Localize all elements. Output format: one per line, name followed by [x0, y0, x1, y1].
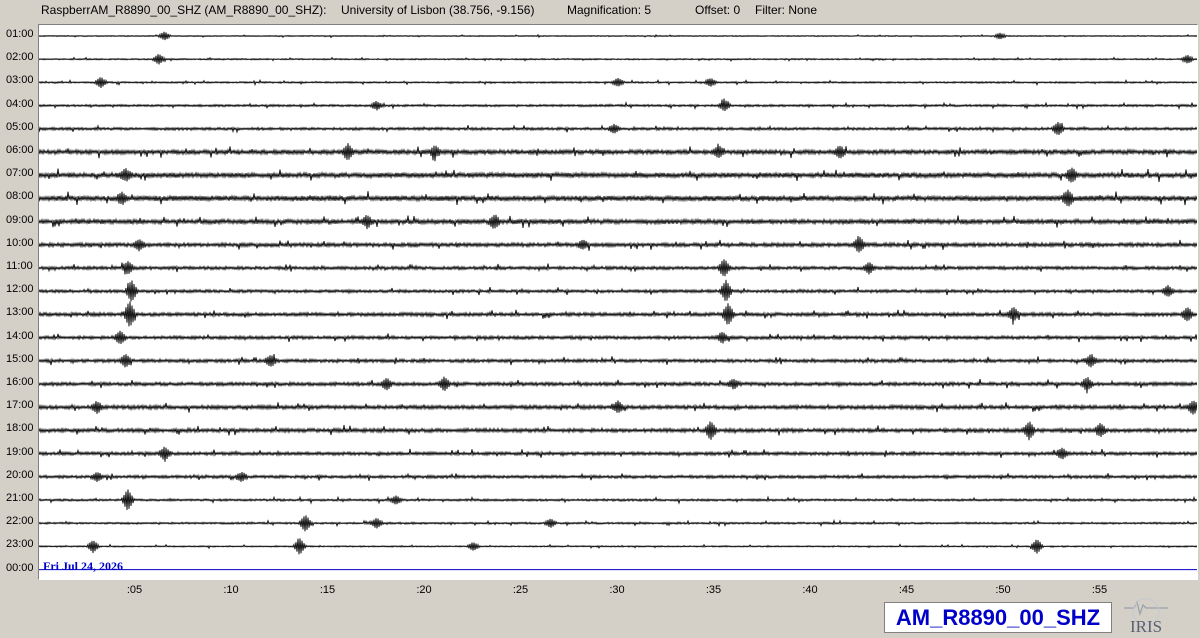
seismic-trace: [39, 259, 1197, 277]
minute-tick-label: :15: [319, 584, 336, 596]
hour-label: 14:00: [6, 329, 34, 342]
seismic-trace: [39, 515, 1197, 532]
seismic-trace: [39, 538, 1197, 555]
filter-readout: Filter: None: [755, 3, 818, 17]
seismic-trace: [39, 121, 1197, 136]
station-title: RaspberrAM_R8890_00_SHZ (AM_R8890_00_SHZ…: [41, 3, 327, 17]
offset-readout: Offset: 0: [695, 3, 741, 17]
hour-label: 01:00: [6, 28, 34, 40]
logo-text: IRIS: [1130, 617, 1162, 636]
hour-label: 03:00: [6, 74, 34, 87]
seismic-trace: [39, 301, 1197, 327]
seismic-trace: [39, 400, 1197, 415]
hour-label: 21:00: [6, 492, 34, 504]
date-label: Fri Jul 24, 2026: [43, 559, 123, 573]
hour-label: 04:00: [6, 97, 34, 110]
channel-label: AM_R8890_00_SHZ: [884, 602, 1112, 633]
minute-tick-label: :45: [898, 584, 915, 596]
header-bar: RaspberrAM_R8890_00_SHZ (AM_R8890_00_SHZ…: [0, 0, 1200, 20]
minute-tick-label: :10: [223, 584, 239, 596]
seismic-trace: [39, 279, 1197, 302]
hour-label: 00:00: [6, 561, 34, 574]
seismic-trace: [39, 489, 1197, 511]
hour-label: 20:00: [6, 468, 34, 481]
minute-tick-label: :25: [512, 584, 529, 596]
minute-tick-label: :05: [126, 584, 143, 596]
hour-label: 10:00: [6, 236, 34, 249]
seismic-trace: [39, 189, 1197, 207]
seismic-trace: [39, 214, 1197, 230]
minute-tick-label: :35: [705, 584, 722, 596]
iris-logo: IRIS: [1124, 598, 1168, 636]
seismic-trace: [39, 167, 1197, 183]
seismic-trace: [39, 353, 1197, 368]
hour-label: 19:00: [6, 445, 34, 458]
hour-label: 15:00: [6, 352, 34, 365]
hour-label: 13:00: [6, 306, 34, 319]
seismic-trace: [39, 98, 1197, 112]
minute-tick-label: :50: [995, 584, 1011, 596]
hour-label: 22:00: [6, 515, 34, 528]
seismic-trace: [39, 54, 1197, 65]
hour-label: 23:00: [6, 538, 34, 551]
seismic-trace: [39, 421, 1197, 441]
minute-tick-label: :40: [802, 584, 818, 596]
minute-tick-label: :30: [609, 584, 625, 596]
hour-label: 09:00: [6, 213, 34, 226]
hour-label: 11:00: [6, 260, 33, 272]
seismic-trace: [39, 330, 1197, 345]
magnification-readout: Magnification: 5: [567, 3, 652, 17]
seismic-trace: [39, 472, 1197, 482]
seismic-trace: [39, 446, 1197, 462]
seismic-trace: [39, 31, 1197, 41]
helicorder-plot: [38, 24, 1198, 580]
hour-label: 08:00: [6, 190, 34, 203]
minute-tick-label: :55: [1091, 584, 1108, 596]
hour-label: 12:00: [6, 283, 34, 296]
minute-tick-label: :20: [416, 584, 432, 596]
station-location: University of Lisbon (38.756, -9.156): [341, 3, 535, 17]
hour-label: 17:00: [6, 399, 34, 412]
hour-label: 07:00: [6, 167, 34, 180]
hour-label: 16:00: [6, 376, 34, 388]
hour-label: 02:00: [6, 51, 34, 64]
seismic-trace: [39, 143, 1197, 162]
hour-label: 05:00: [6, 120, 34, 133]
hour-label: 18:00: [6, 422, 34, 435]
hour-label: 06:00: [6, 144, 34, 156]
seismic-trace: [39, 77, 1197, 89]
helicorder-svg: [39, 31, 1197, 571]
seismic-trace: [39, 235, 1197, 253]
seismic-trace: [39, 376, 1197, 394]
